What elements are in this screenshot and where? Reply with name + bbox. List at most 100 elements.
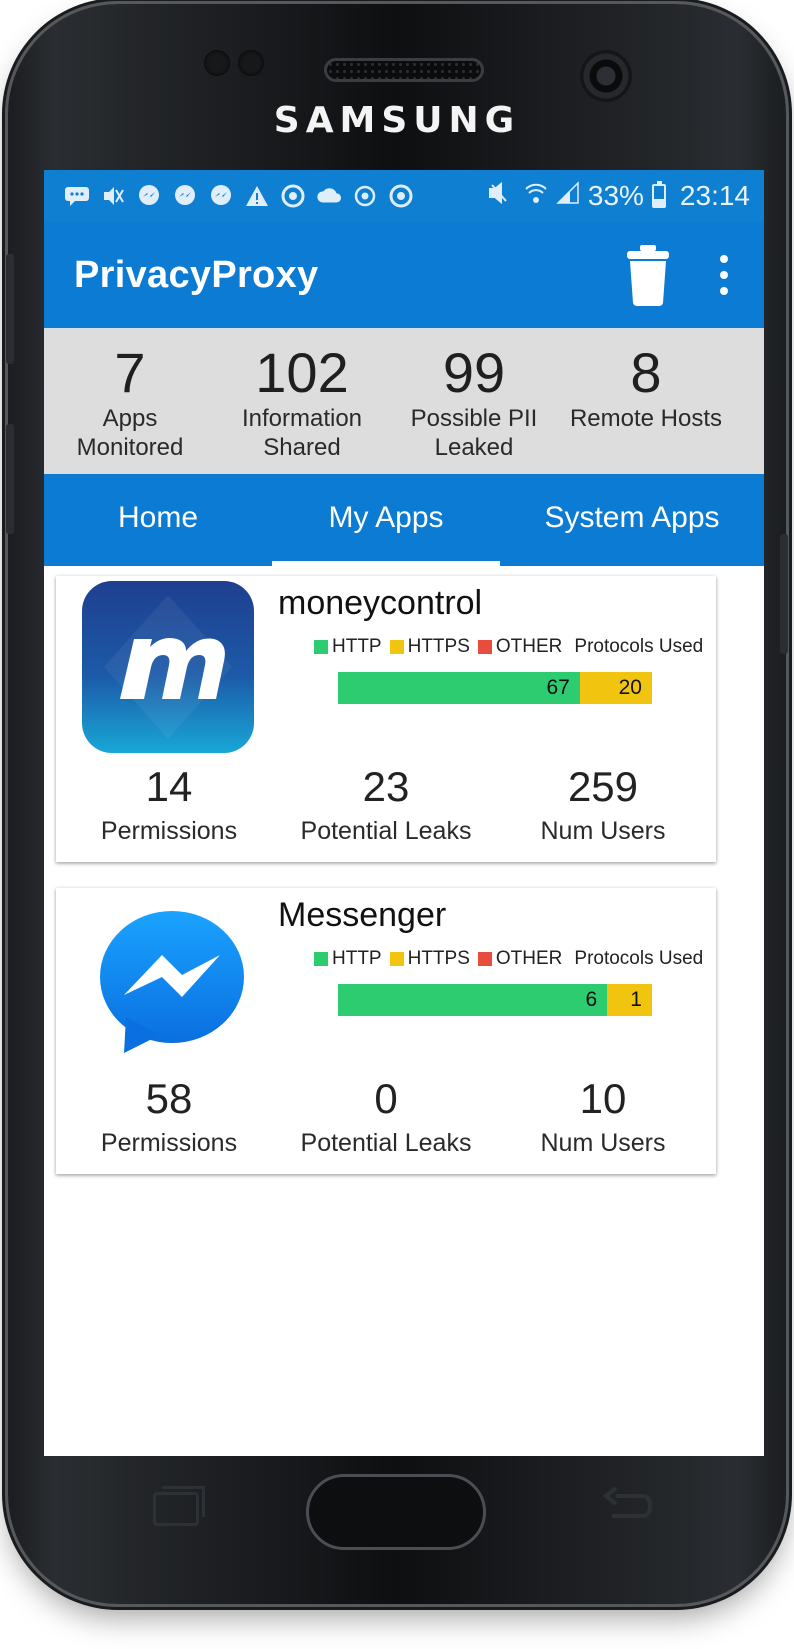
- status-bar: 33% 23:14: [44, 170, 764, 222]
- cloud-icon: [316, 183, 342, 209]
- screen: 33% 23:14 PrivacyProxy 7 Apps Monitored …: [44, 170, 764, 1456]
- metric-permissions: 58 Permissions: [56, 1076, 282, 1158]
- bar-segment-https: 20: [579, 672, 652, 704]
- legend-label: OTHER: [495, 636, 563, 657]
- app-bar: PrivacyProxy: [44, 222, 764, 328]
- metric-value: 0: [374, 1075, 398, 1122]
- app-title: PrivacyProxy: [74, 253, 319, 296]
- power-button: [780, 534, 788, 654]
- legend-swatch-http: [314, 952, 328, 966]
- metric-value: 58: [145, 1075, 193, 1122]
- stat-apps-monitored: 7 Apps Monitored: [44, 344, 216, 474]
- metric-label: Num Users: [540, 1129, 666, 1157]
- bar-value-http: 6: [585, 988, 598, 1011]
- metric-value: 259: [567, 763, 639, 810]
- stat-value: 7: [114, 341, 146, 404]
- bar-value-https: 1: [630, 988, 642, 1011]
- chrome-icon: [388, 183, 414, 209]
- more-vert-icon[interactable]: [718, 255, 730, 295]
- battery-icon: [651, 181, 666, 208]
- metric-value: 14: [145, 763, 193, 810]
- tab-home[interactable]: Home: [44, 474, 272, 566]
- app-metrics: 58 Permissions 0 Potential Leaks 10 Num …: [56, 1076, 716, 1158]
- signal-icon: [556, 181, 580, 211]
- legend-other: OTHER: [477, 636, 563, 658]
- stat-label: Information Shared: [241, 405, 363, 461]
- front-camera: [580, 50, 632, 102]
- bar-value-https: 20: [618, 676, 642, 699]
- home-button[interactable]: [306, 1474, 486, 1550]
- app-name: moneycontrol: [278, 584, 483, 622]
- stat-label: Possible PII Leaked: [410, 405, 538, 461]
- stat-pii-leaked: 99 Possible PII Leaked: [388, 344, 560, 474]
- stat-value: 8: [630, 341, 662, 404]
- trash-icon[interactable]: [624, 243, 672, 307]
- mute-icon: [486, 181, 516, 211]
- legend-https: HTTPS: [389, 948, 470, 970]
- tab-indicator: [272, 561, 500, 566]
- protocol-bar: 67 20: [338, 672, 652, 704]
- metric-value: 23: [362, 763, 410, 810]
- protocol-legend: HTTP HTTPS OTHER Protocols Used: [314, 636, 703, 658]
- legend-label: HTTPS: [407, 636, 470, 657]
- tab-system-apps[interactable]: System Apps: [500, 474, 764, 566]
- legend-http: HTTP: [314, 948, 382, 970]
- app-card-moneycontrol[interactable]: moneycontrol HTTP HTTPS OTHER Protocols …: [56, 576, 716, 862]
- app-list: moneycontrol HTTP HTTPS OTHER Protocols …: [44, 566, 764, 1174]
- battery-percent: 33%: [587, 180, 644, 211]
- proximity-sensor: [204, 50, 230, 76]
- light-sensor: [238, 50, 264, 76]
- metric-label: Potential Leaks: [300, 817, 472, 845]
- bar-segment-http: 67: [338, 672, 580, 704]
- message-icon: [64, 183, 90, 209]
- stat-remote-hosts: 8 Remote Hosts: [560, 344, 732, 474]
- moneycontrol-logo: [82, 581, 254, 753]
- app-card-messenger[interactable]: Messenger HTTP HTTPS OTHER Protocols Use…: [56, 888, 716, 1174]
- bar-segment-https: 1: [607, 984, 652, 1016]
- silent-icon: [100, 183, 126, 209]
- stat-label: Apps Monitored: [76, 405, 184, 461]
- wifi-icon: [524, 181, 548, 211]
- metric-potential-leaks: 23 Potential Leaks: [282, 764, 490, 846]
- messenger-icon: [208, 183, 234, 209]
- stat-value: 99: [442, 341, 506, 404]
- metric-permissions: 14 Permissions: [56, 764, 282, 846]
- metric-label: Permissions: [100, 817, 238, 845]
- stat-label: Remote Hosts: [569, 405, 723, 432]
- stat-information-shared: 102 Information Shared: [216, 344, 388, 474]
- legend-other: OTHER: [477, 948, 563, 970]
- recent-apps-key[interactable]: [153, 1486, 205, 1526]
- summary-stats: 7 Apps Monitored 102 Information Shared …: [44, 328, 764, 474]
- legend-http: HTTP: [314, 636, 382, 658]
- legend-label: HTTP: [332, 948, 382, 969]
- bar-value-http: 67: [546, 676, 570, 699]
- protocol-legend: HTTP HTTPS OTHER Protocols Used: [314, 948, 703, 970]
- metric-num-users: 10 Num Users: [490, 1076, 716, 1158]
- system-status: 33% 23:14: [486, 180, 750, 212]
- metric-potential-leaks: 0 Potential Leaks: [282, 1076, 490, 1158]
- device-brand: SAMSUNG: [273, 100, 521, 141]
- legend-swatch-other: [477, 952, 492, 966]
- phone-frame: SAMSUNG 33% 23:14 PrivacyProxy 7 Apps Mo…: [6, 4, 788, 1604]
- stat-value: 102: [255, 341, 349, 404]
- metric-value: 10: [579, 1075, 627, 1122]
- earpiece-speaker: [324, 58, 484, 82]
- legend-swatch-https: [389, 952, 404, 966]
- legend-title: Protocols Used: [574, 948, 704, 969]
- metric-num-users: 259 Num Users: [490, 764, 716, 846]
- legend-https: HTTPS: [389, 636, 470, 658]
- volume-up-button: [6, 254, 14, 364]
- legend-label: OTHER: [495, 948, 563, 969]
- tab-my-apps[interactable]: My Apps: [272, 474, 500, 566]
- protocol-bar: 6 1: [338, 984, 652, 1016]
- legend-swatch-https: [389, 640, 404, 654]
- metric-label: Num Users: [540, 817, 666, 845]
- back-key[interactable]: [602, 1486, 653, 1526]
- legend-label: HTTP: [332, 636, 382, 657]
- bar-segment-http: 6: [338, 984, 608, 1016]
- chrome-icon: [280, 183, 306, 209]
- messenger-logo: [82, 893, 254, 1065]
- legend-swatch-http: [314, 640, 328, 654]
- sync-icon: [352, 183, 378, 209]
- legend-label: HTTPS: [407, 948, 470, 969]
